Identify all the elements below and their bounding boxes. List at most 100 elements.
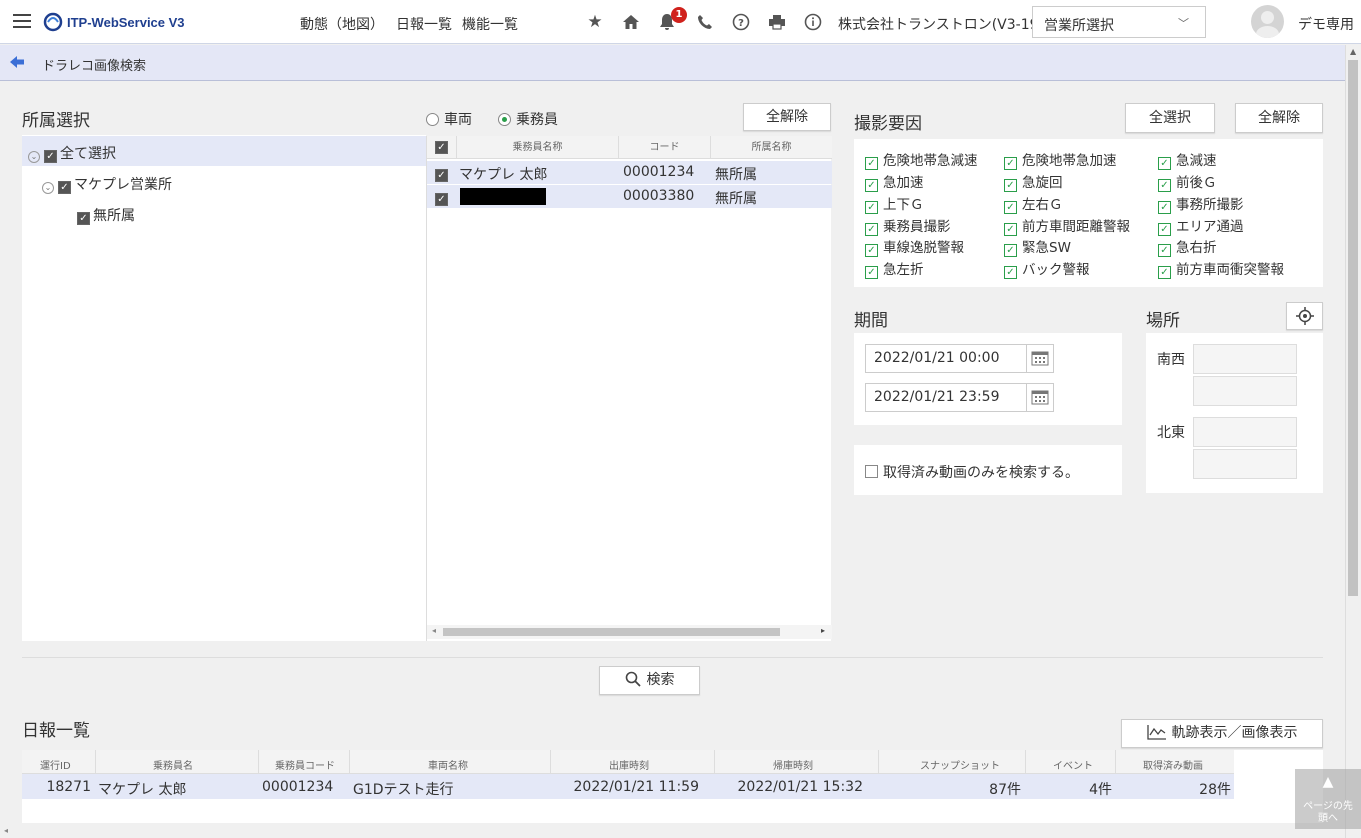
hscroll-thumb[interactable] [443, 628, 780, 636]
row-checkbox-icon[interactable]: ✓ [435, 193, 448, 206]
scroll-right-icon[interactable]: ▸ [821, 626, 825, 635]
col-driver-name[interactable]: 乗務員名 [153, 757, 193, 772]
factor-checkbox[interactable]: ✓ 急旋回 [1004, 171, 1063, 192]
factor-checkbox[interactable]: ✓ 急左折 [865, 258, 924, 279]
factor-checkbox[interactable]: ✓ 前後Ｇ [1158, 171, 1217, 192]
radio-crew[interactable]: 乗務員 [498, 109, 558, 129]
cell-acquired-video: 28件 [1199, 782, 1231, 798]
scroll-up-icon[interactable]: ▲ [1350, 47, 1356, 56]
factor-checkbox[interactable]: ✓ 急加速 [865, 171, 924, 192]
crew-code: 00001234 [623, 164, 695, 180]
southwest-lat-input[interactable] [1193, 344, 1297, 374]
logo-icon [43, 12, 63, 32]
header-checkbox-icon[interactable]: ✓ [435, 141, 448, 154]
help-icon[interactable]: ? [731, 12, 751, 32]
cell-run-id: 18271 [46, 779, 91, 795]
factor-checkbox[interactable]: ✓ 車線逸脱警報 [865, 236, 964, 257]
northeast-lat-input[interactable] [1193, 417, 1297, 447]
factor-checkbox[interactable]: ✓ 危険地帯急加速 [1004, 149, 1117, 170]
col-divider [258, 750, 259, 774]
calendar-icon[interactable] [1026, 383, 1054, 412]
app-logo[interactable]: ITP-WebService V3 [43, 11, 185, 33]
user-name[interactable]: デモ専用 [1298, 14, 1354, 34]
crosshair-icon [1295, 307, 1314, 325]
col-departure-time[interactable]: 出庫時刻 [609, 757, 649, 772]
home-icon[interactable] [621, 12, 641, 32]
office-select[interactable]: 営業所選択 ﹀ [1032, 6, 1206, 38]
col-run-id[interactable]: 運行ID [40, 757, 71, 772]
factor-checkbox[interactable]: ✓ 左右Ｇ [1004, 193, 1063, 214]
collapse-icon[interactable]: ⌄ [28, 151, 40, 163]
col-acquired-video[interactable]: 取得済み動画 [1143, 757, 1203, 772]
crew-name: マケプレ 太郎 [459, 167, 548, 183]
table-row[interactable]: ✓ マケプレ 太郎 00001234 無所属 [427, 161, 832, 184]
nav-functions[interactable]: 機能一覧 [462, 14, 518, 34]
scroll-left-icon[interactable]: ◂ [432, 626, 436, 635]
scrollbar-thumb[interactable] [1348, 60, 1358, 596]
collapse-icon[interactable]: ⌄ [42, 182, 54, 194]
col-snapshot[interactable]: スナップショット [920, 757, 1000, 772]
factors-clear-all-button[interactable]: 全解除 [1235, 103, 1323, 133]
affiliation-title: 所属選択 [22, 111, 90, 131]
col-event[interactable]: イベント [1053, 757, 1093, 772]
factor-checkbox[interactable]: ✓ 急減速 [1158, 149, 1217, 170]
current-location-button[interactable] [1286, 302, 1323, 330]
table-row[interactable]: ✓ 00003380 無所属 [427, 185, 832, 208]
radio-vehicle[interactable]: 車両 [426, 109, 472, 129]
col-driver-code[interactable]: 乗務員コード [275, 757, 335, 772]
col-code[interactable]: コード [619, 136, 711, 159]
factor-checkbox[interactable]: ✓ 上下Ｇ [865, 193, 924, 214]
search-button[interactable]: 検索 [599, 666, 700, 695]
menu-icon[interactable] [13, 14, 31, 28]
factor-checkbox[interactable]: ✓ エリア通過 [1158, 215, 1244, 236]
nav-map[interactable]: 動態（地図） [300, 14, 384, 34]
checkbox-icon[interactable]: ✓ [44, 150, 57, 163]
acquired-only-checkbox[interactable]: 取得済み動画のみを検索する。 [865, 462, 1079, 482]
factor-checkbox[interactable]: ✓ 前方車間距離警報 [1004, 215, 1130, 236]
tree-item-all[interactable]: ⌄ ✓ 全て選択 [22, 136, 426, 166]
track-image-button[interactable]: 軌跡表示／画像表示 [1121, 719, 1323, 748]
factors-title: 撮影要因 [854, 114, 922, 134]
factor-checkbox[interactable]: ✓ 緊急SW [1004, 236, 1071, 257]
info-icon[interactable] [803, 12, 823, 32]
factor-checkbox[interactable]: ✓ 前方車両衝突警報 [1158, 258, 1284, 279]
grid-hscrollbar[interactable]: ◂ ▸ [427, 625, 832, 639]
col-divider [1025, 750, 1026, 774]
col-divider [714, 750, 715, 774]
period-from-input[interactable]: 2022/01/21 00:00 [865, 344, 1027, 373]
page-scroll-left-icon[interactable]: ◂ [4, 826, 8, 835]
tree-item-unassigned[interactable]: ✓ 無所属 [22, 198, 426, 228]
star-icon[interactable]: ★ [585, 12, 605, 32]
col-crew-name[interactable]: 乗務員名称 [456, 136, 619, 159]
checkbox-icon[interactable]: ✓ [58, 181, 71, 194]
factors-panel: ✓ 危険地帯急減速 ✓ 危険地帯急加速 ✓ 急減速 ✓ 急加速 ✓ 急旋回 ✓ 前後Ｇ ✓ 上… [854, 139, 1323, 287]
grid-header: ✓ 乗務員名称 コード 所属名称 [427, 136, 832, 159]
col-divider [95, 750, 96, 774]
factor-checkbox[interactable]: ✓ 危険地帯急減速 [865, 149, 978, 170]
cell-departure-time: 2022/01/21 11:59 [573, 779, 700, 795]
northeast-label: 北東 [1157, 425, 1185, 441]
checkbox-icon [865, 465, 878, 478]
row-checkbox-icon[interactable]: ✓ [435, 169, 448, 182]
factor-checkbox[interactable]: ✓ 事務所撮影 [1158, 193, 1244, 214]
nav-daily-report[interactable]: 日報一覧 [396, 14, 452, 34]
col-affiliation[interactable]: 所属名称 [711, 136, 832, 159]
back-arrow-icon[interactable] [9, 54, 25, 73]
print-icon[interactable] [767, 12, 787, 32]
crew-clear-all-button[interactable]: 全解除 [743, 103, 831, 131]
factors-select-all-button[interactable]: 全選択 [1125, 103, 1215, 133]
northeast-lng-input[interactable] [1193, 449, 1297, 479]
southwest-lng-input[interactable] [1193, 376, 1297, 406]
tree-item-office[interactable]: ⌄ ✓ マケプレ営業所 [22, 167, 426, 197]
avatar[interactable] [1251, 5, 1284, 38]
checkbox-icon[interactable]: ✓ [77, 212, 90, 225]
page-top-button[interactable]: ▲ ページの先頭へ [1295, 769, 1361, 829]
col-return-time[interactable]: 帰庫時刻 [773, 757, 813, 772]
factor-checkbox[interactable]: ✓ バック警報 [1004, 258, 1090, 279]
phone-icon[interactable] [695, 12, 715, 32]
calendar-icon[interactable] [1026, 344, 1054, 373]
factor-checkbox[interactable]: ✓ 乗務員撮影 [865, 215, 951, 236]
period-to-input[interactable]: 2022/01/21 23:59 [865, 383, 1027, 412]
col-vehicle-name[interactable]: 車両名称 [428, 757, 468, 772]
factor-checkbox[interactable]: ✓ 急右折 [1158, 236, 1217, 257]
